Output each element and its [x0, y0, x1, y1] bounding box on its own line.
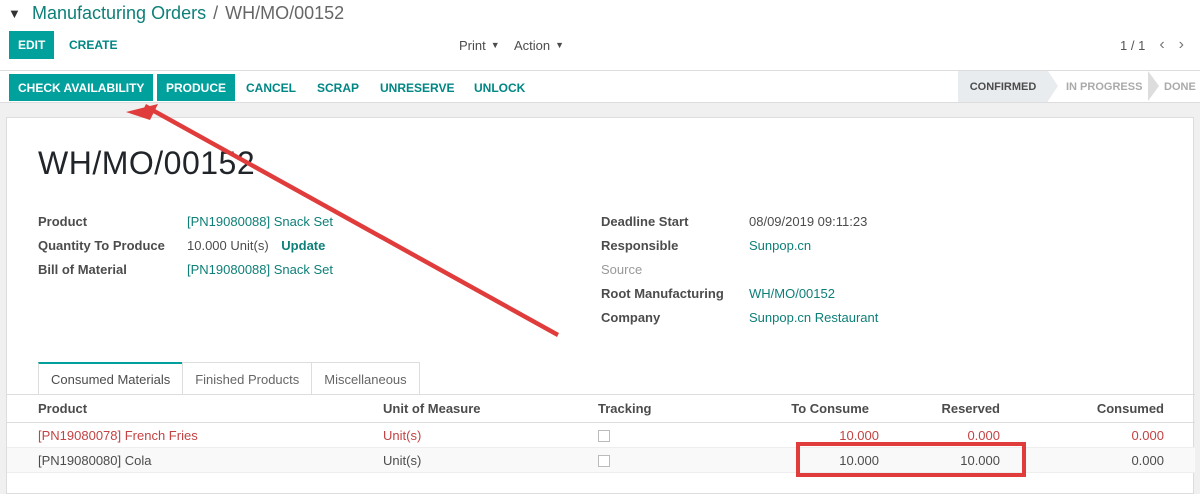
annotation-arrowhead	[126, 104, 158, 120]
stage-arrow	[1148, 71, 1159, 101]
annotation-arrow-shaft	[144, 104, 559, 337]
annotation-arrow	[126, 104, 559, 337]
stage-arrow	[1048, 71, 1058, 101]
